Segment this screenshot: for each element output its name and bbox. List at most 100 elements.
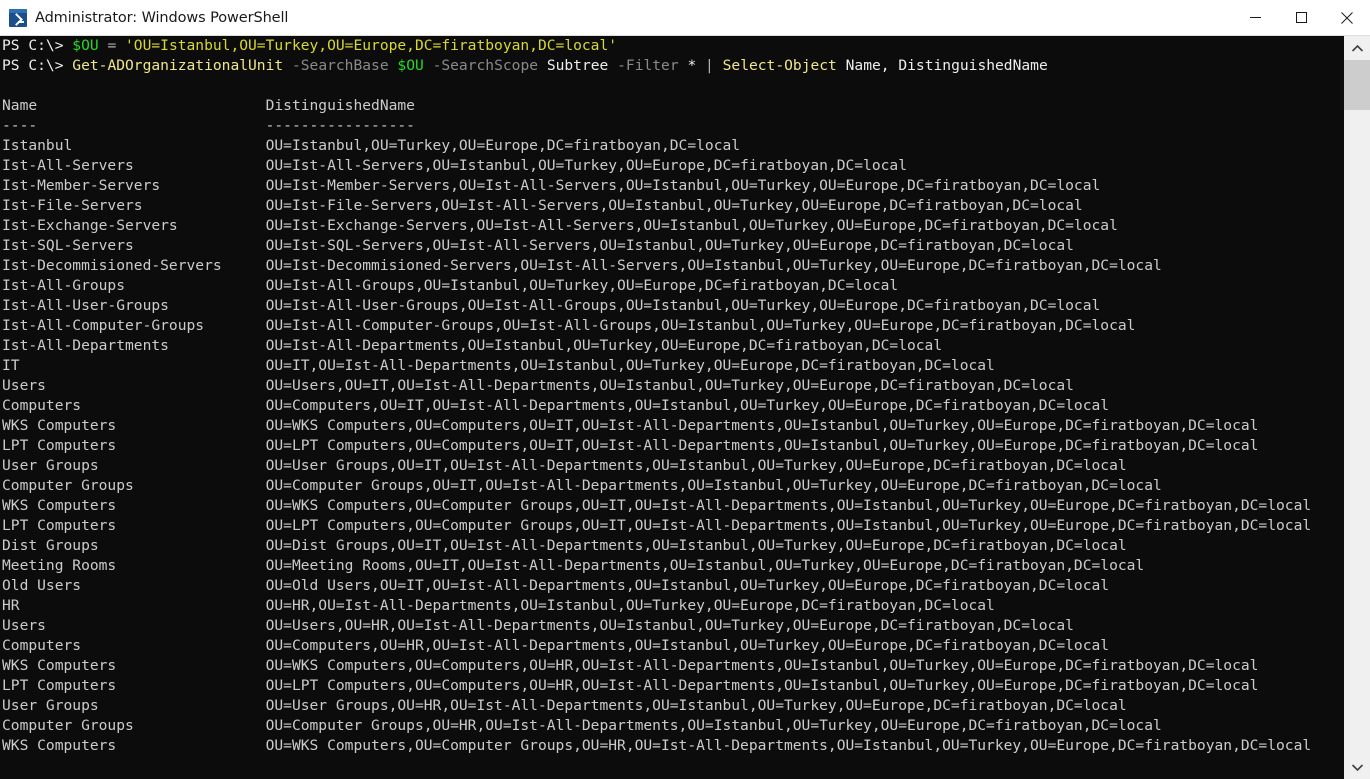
command-line[interactable]: PS C:\> Get-ADOrganizationalUnit -Search… xyxy=(2,56,1343,76)
table-row: Ist-SQL-Servers OU=Ist-SQL-Servers,OU=Is… xyxy=(2,236,1343,256)
table-row: HR OU=HR,OU=Ist-All-Departments,OU=Istan… xyxy=(2,596,1343,616)
cell-distinguishedname: OU=IT,OU=Ist-All-Departments,OU=Istanbul… xyxy=(265,357,995,374)
cell-distinguishedname: OU=LPT Computers,OU=Computer Groups,OU=I… xyxy=(265,517,1312,534)
token-variable: $OU xyxy=(397,57,424,74)
token-operator: = xyxy=(98,37,126,54)
table-row: Ist-Member-Servers OU=Ist-Member-Servers… xyxy=(2,176,1343,196)
table-separator: ---- ----------------- xyxy=(2,116,1343,136)
table-row: Ist-All-Computer-Groups OU=Ist-All-Compu… xyxy=(2,316,1343,336)
token-parameter: -SearchScope xyxy=(432,57,539,74)
cell-distinguishedname: OU=Ist-All-User-Groups,OU=Ist-All-Groups… xyxy=(265,297,1101,314)
cell-name: IT xyxy=(2,357,266,374)
scrollbar-thumb[interactable] xyxy=(1344,60,1370,110)
table-row: IT OU=IT,OU=Ist-All-Departments,OU=Istan… xyxy=(2,356,1343,376)
minimize-button[interactable] xyxy=(1232,0,1278,35)
cell-name: Ist-SQL-Servers xyxy=(2,237,266,254)
table-row: Istanbul OU=Istanbul,OU=Turkey,OU=Europe… xyxy=(2,136,1343,156)
cell-distinguishedname: OU=Computer Groups,OU=HR,OU=Ist-All-Depa… xyxy=(265,717,1162,734)
cell-name: Ist-All-Computer-Groups xyxy=(2,317,266,334)
chevron-down-icon xyxy=(1351,763,1363,771)
table-row: WKS Computers OU=WKS Computers,OU=Comput… xyxy=(2,736,1343,756)
separator-distinguishedname: ----------------- xyxy=(265,117,415,134)
table-row: Ist-All-Servers OU=Ist-All-Servers,OU=Is… xyxy=(2,156,1343,176)
chevron-up-icon xyxy=(1351,44,1363,52)
table-row: WKS Computers OU=WKS Computers,OU=Comput… xyxy=(2,656,1343,676)
cell-name: Computer Groups xyxy=(2,717,266,734)
prompt: PS C:\> xyxy=(2,37,73,54)
cell-distinguishedname: OU=Users,OU=HR,OU=Ist-All-Departments,OU… xyxy=(265,617,1074,634)
separator-name: ---- xyxy=(2,117,266,134)
cell-name: WKS Computers xyxy=(2,417,266,434)
token-parameter: -SearchBase xyxy=(291,57,389,74)
cell-name: Ist-Member-Servers xyxy=(2,177,266,194)
cell-distinguishedname: OU=WKS Computers,OU=Computer Groups,OU=I… xyxy=(265,497,1312,514)
cell-distinguishedname: OU=Ist-All-Groups,OU=Istanbul,OU=Turkey,… xyxy=(265,277,899,294)
cell-name: Computers xyxy=(2,637,266,654)
cell-name: Ist-All-Groups xyxy=(2,277,266,294)
scroll-down-button[interactable] xyxy=(1344,755,1370,779)
cell-distinguishedname: OU=Ist-All-Computer-Groups,OU=Ist-All-Gr… xyxy=(265,317,1136,334)
table-row: Computer Groups OU=Computer Groups,OU=HR… xyxy=(2,716,1343,736)
cell-distinguishedname: OU=User Groups,OU=IT,OU=Ist-All-Departme… xyxy=(265,457,1127,474)
vertical-scrollbar[interactable] xyxy=(1343,36,1370,779)
cell-distinguishedname: OU=Ist-SQL-Servers,OU=Ist-All-Servers,OU… xyxy=(265,237,1074,254)
cell-name: User Groups xyxy=(2,697,266,714)
table-row: Dist Groups OU=Dist Groups,OU=IT,OU=Ist-… xyxy=(2,536,1343,556)
cell-distinguishedname: OU=Meeting Rooms,OU=IT,OU=Ist-All-Depart… xyxy=(265,557,1145,574)
cell-name: Old Users xyxy=(2,577,266,594)
token-string: 'OU=Istanbul,OU=Turkey,OU=Europe,DC=fira… xyxy=(125,37,618,54)
cell-name: LPT Computers xyxy=(2,677,266,694)
token-cmdlet: Select-Object xyxy=(722,57,837,74)
cell-distinguishedname: OU=Ist-All-Departments,OU=Istanbul,OU=Tu… xyxy=(265,337,943,354)
column-header-name: Name xyxy=(2,97,266,114)
table-row: Computers OU=Computers,OU=IT,OU=Ist-All-… xyxy=(2,396,1343,416)
window-controls xyxy=(1232,0,1370,35)
cell-distinguishedname: OU=Users,OU=IT,OU=Ist-All-Departments,OU… xyxy=(265,377,1074,394)
cell-distinguishedname: OU=Ist-Member-Servers,OU=Ist-All-Servers… xyxy=(265,177,1101,194)
console-output-area[interactable]: PS C:\> $OU = 'OU=Istanbul,OU=Turkey,OU=… xyxy=(0,36,1343,779)
cell-distinguishedname: OU=Ist-Decommisioned-Servers,OU=Ist-All-… xyxy=(265,257,1162,274)
cell-distinguishedname: OU=WKS Computers,OU=Computers,OU=IT,OU=I… xyxy=(265,417,1259,434)
cell-name: Users xyxy=(2,617,266,634)
table-row: Ist-All-Groups OU=Ist-All-Groups,OU=Ista… xyxy=(2,276,1343,296)
cell-distinguishedname: OU=Computers,OU=IT,OU=Ist-All-Department… xyxy=(265,397,1110,414)
prompt: PS C:\> xyxy=(2,57,73,74)
close-button[interactable] xyxy=(1324,0,1370,35)
cell-distinguishedname: OU=HR,OU=Ist-All-Departments,OU=Istanbul… xyxy=(265,597,995,614)
cell-name: Istanbul xyxy=(2,137,266,154)
console-lines: PS C:\> $OU = 'OU=Istanbul,OU=Turkey,OU=… xyxy=(2,36,1343,779)
table-row: Ist-Decommisioned-Servers OU=Ist-Decommi… xyxy=(2,256,1343,276)
table-row: LPT Computers OU=LPT Computers,OU=Comput… xyxy=(2,676,1343,696)
table-row: Ist-All-User-Groups OU=Ist-All-User-Grou… xyxy=(2,296,1343,316)
scrollbar-track[interactable] xyxy=(1344,60,1370,755)
cell-distinguishedname: OU=Dist Groups,OU=IT,OU=Ist-All-Departme… xyxy=(265,537,1127,554)
table-row: WKS Computers OU=WKS Computers,OU=Comput… xyxy=(2,416,1343,436)
cell-name: Ist-All-User-Groups xyxy=(2,297,266,314)
cell-distinguishedname: OU=Computer Groups,OU=IT,OU=Ist-All-Depa… xyxy=(265,477,1162,494)
cell-name: Ist-Exchange-Servers xyxy=(2,217,266,234)
column-header-distinguishedname: DistinguishedName xyxy=(265,97,415,114)
table-row: WKS Computers OU=WKS Computers,OU=Comput… xyxy=(2,496,1343,516)
command-line[interactable]: PS C:\> $OU = 'OU=Istanbul,OU=Turkey,OU=… xyxy=(2,36,1343,56)
cell-name: Computers xyxy=(2,397,266,414)
token-parameter: -Filter xyxy=(617,57,679,74)
cell-name: WKS Computers xyxy=(2,497,266,514)
title-bar[interactable]: Administrator: Windows PowerShell xyxy=(0,0,1370,36)
table-row: User Groups OU=User Groups,OU=HR,OU=Ist-… xyxy=(2,696,1343,716)
cell-name: Ist-All-Servers xyxy=(2,157,266,174)
scroll-up-button[interactable] xyxy=(1344,36,1370,60)
table-row: Computer Groups OU=Computer Groups,OU=IT… xyxy=(2,476,1343,496)
table-row: Computers OU=Computers,OU=HR,OU=Ist-All-… xyxy=(2,636,1343,656)
cell-distinguishedname: OU=WKS Computers,OU=Computers,OU=HR,OU=I… xyxy=(265,657,1259,674)
maximize-button[interactable] xyxy=(1278,0,1324,35)
cell-distinguishedname: OU=Ist-Exchange-Servers,OU=Ist-All-Serve… xyxy=(265,217,1118,234)
minimize-icon xyxy=(1249,17,1261,18)
table-row: Meeting Rooms OU=Meeting Rooms,OU=IT,OU=… xyxy=(2,556,1343,576)
cell-name: Ist-File-Servers xyxy=(2,197,266,214)
token-plain: * xyxy=(687,57,697,74)
